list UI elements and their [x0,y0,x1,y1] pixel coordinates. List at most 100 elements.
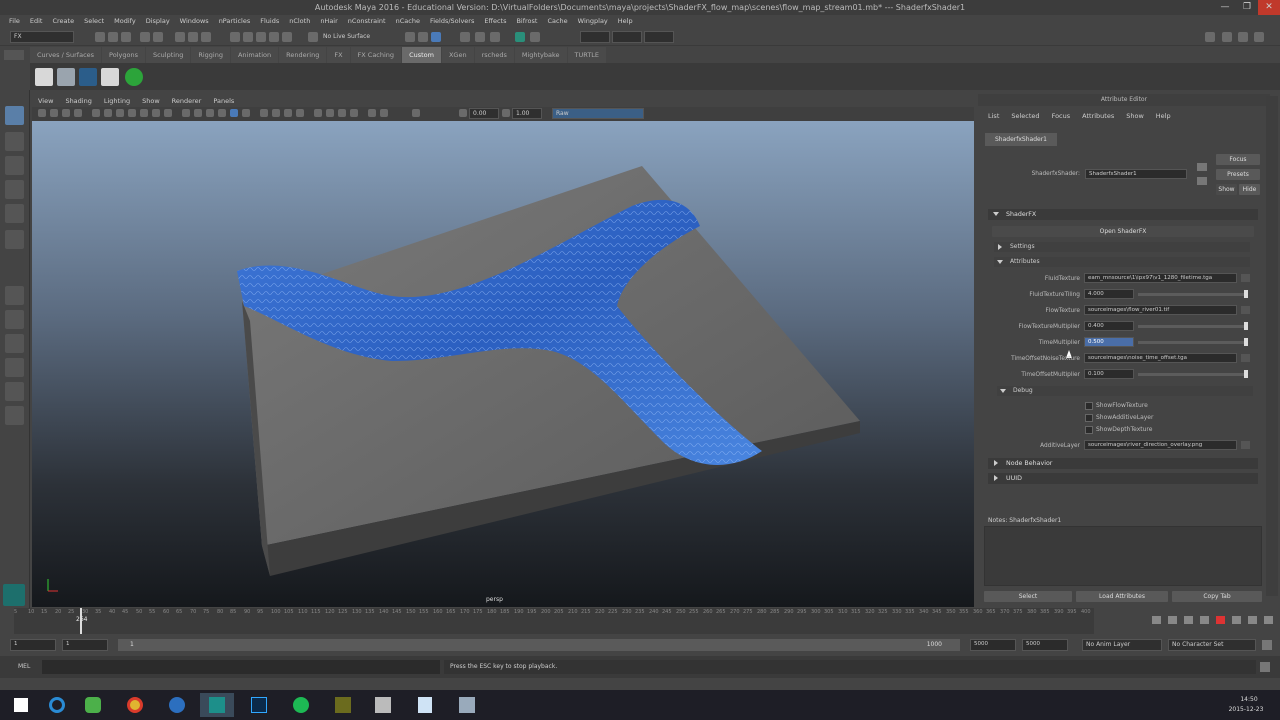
shelf-tab-rendering[interactable]: Rendering [279,47,327,63]
green-gem-icon[interactable] [125,68,143,86]
play-backward-icon[interactable] [1200,616,1209,624]
save-scene-icon[interactable] [121,32,131,42]
render-setup-icon[interactable] [490,32,500,42]
go-to-start-icon[interactable] [1152,616,1161,624]
stop-icon[interactable] [1216,616,1225,624]
cloud-tool-icon[interactable] [35,68,53,86]
section-debug[interactable]: Debug [997,386,1253,396]
resolution-gate-icon[interactable] [116,109,124,117]
menu-edit[interactable]: Edit [25,15,48,28]
rotate-tool-icon[interactable] [5,204,24,223]
node-output-icon[interactable] [1197,177,1207,185]
chrome-icon[interactable] [118,693,152,717]
menu-file[interactable]: File [4,15,25,28]
transform-mode-icon[interactable] [530,32,540,42]
command-input[interactable] [42,660,440,674]
menu-fluids[interactable]: Fluids [255,15,284,28]
playhead[interactable] [80,608,82,634]
shelf-tab-fx-caching[interactable]: FX Caching [350,47,402,63]
isolate-select-icon[interactable] [314,109,322,117]
gamma-field[interactable]: 1.00 [512,108,542,119]
attr-field-timeoffsetmultiplier[interactable]: 0.100 [1084,369,1134,379]
layout-single-icon[interactable] [5,286,24,305]
shelf-tab-animation[interactable]: Animation [230,47,279,63]
select-component-icon[interactable] [201,32,211,42]
hypershade-icon[interactable] [475,32,485,42]
files-app-icon[interactable] [366,693,400,717]
attr-slider-fluidtexturetiling[interactable] [1138,293,1248,296]
slider-knob[interactable] [1244,338,1248,346]
windows-start-icon[interactable] [4,693,38,717]
bookmark-icon[interactable] [62,109,70,117]
maya-taskbar-icon[interactable] [200,693,234,717]
checkbox-showadditivelayer[interactable] [1085,414,1093,422]
vp-menu-shading[interactable]: Shading [59,96,97,107]
slider-knob[interactable] [1244,322,1248,330]
field-chart-icon[interactable] [140,109,148,117]
select-camera-icon[interactable] [38,109,46,117]
vp-menu-lighting[interactable]: Lighting [98,96,136,107]
section-node-behavior[interactable]: Node Behavior [988,458,1258,469]
lasso-tool-icon[interactable] [5,132,24,151]
shelf-tab-mightybake[interactable]: Mightybake [514,47,567,63]
show-button[interactable]: Show [1216,184,1237,195]
gamma-toggle-icon[interactable] [459,109,467,117]
snap-surface-icon[interactable] [282,32,292,42]
shelf-settings-icon[interactable] [4,50,24,60]
drive-app-icon[interactable] [450,693,484,717]
grid-toggle-icon[interactable] [92,109,100,117]
ipr-render-icon[interactable] [431,32,441,42]
shelf-tab-turtle[interactable]: TURTLE [567,47,607,63]
slider-knob[interactable] [1244,290,1248,298]
safe-action-icon[interactable] [152,109,160,117]
move-tool-icon[interactable] [5,180,24,199]
playback-end-field[interactable]: 5000 [970,639,1016,651]
section-attributes[interactable]: Attributes [994,257,1250,267]
motion-blur-icon[interactable] [272,109,280,117]
attr-field-timeoffsetnoisetexture[interactable]: sourceimages\noise_time_offset.tga [1084,353,1237,363]
menu-cache[interactable]: Cache [542,15,572,28]
y-field[interactable] [612,31,642,43]
ae-menu-show[interactable]: Show [1120,110,1150,122]
exposure-icon[interactable] [368,109,376,117]
safe-title-icon[interactable] [164,109,172,117]
menu-wingplay[interactable]: Wingplay [573,15,613,28]
grid-tool-icon[interactable] [57,68,75,86]
open-scene-icon[interactable] [108,32,118,42]
slider-knob[interactable] [1244,370,1248,378]
hide-button[interactable]: Hide [1239,184,1260,195]
view-transform-dropdown[interactable]: Raw [552,108,644,119]
xray-components-icon[interactable] [350,109,358,117]
new-scene-icon[interactable] [95,32,105,42]
playback-start-field[interactable]: 1 [62,639,108,651]
node-name-field[interactable]: ShaderfxShader1 [1085,169,1187,179]
menu-help[interactable]: Help [613,15,638,28]
checkbox-showflowtexture[interactable] [1085,402,1093,410]
notepad-icon[interactable] [408,693,442,717]
load-attributes-button[interactable]: Load Attributes [1076,591,1168,602]
minimize-button[interactable]: — [1214,0,1236,15]
ae-menu-focus[interactable]: Focus [1046,110,1077,122]
anti-alias-icon[interactable] [284,109,292,117]
render-frame-icon[interactable] [418,32,428,42]
cube-tool-icon[interactable] [101,68,119,86]
x-field[interactable] [580,31,610,43]
shelf-tab-rscheds[interactable]: rscheds [474,47,514,63]
film-gate-icon[interactable] [104,109,112,117]
ae-menu-attributes[interactable]: Attributes [1076,110,1120,122]
notes-textarea[interactable] [984,526,1262,586]
color-management-icon[interactable] [412,109,420,117]
shadows-icon[interactable] [242,109,250,117]
textured-icon[interactable] [218,109,226,117]
redo-icon[interactable] [153,32,163,42]
ae-menu-list[interactable]: List [982,110,1005,122]
attr-slider-timeoffsetmultiplier[interactable] [1138,373,1248,376]
menu-fields-solvers[interactable]: Fields/Solvers [425,15,479,28]
step-forward-frame-icon[interactable] [1232,616,1241,624]
olive-app-icon[interactable] [326,693,360,717]
maximize-button[interactable]: ❐ [1236,0,1258,15]
range-bar[interactable]: 1 1000 [118,639,960,651]
attr-field-flowtexturemultiplier[interactable]: 0.400 [1084,321,1134,331]
menuset-dropdown[interactable]: FX [10,31,74,43]
attr-field-fluidtexturetiling[interactable]: 4.000 [1084,289,1134,299]
